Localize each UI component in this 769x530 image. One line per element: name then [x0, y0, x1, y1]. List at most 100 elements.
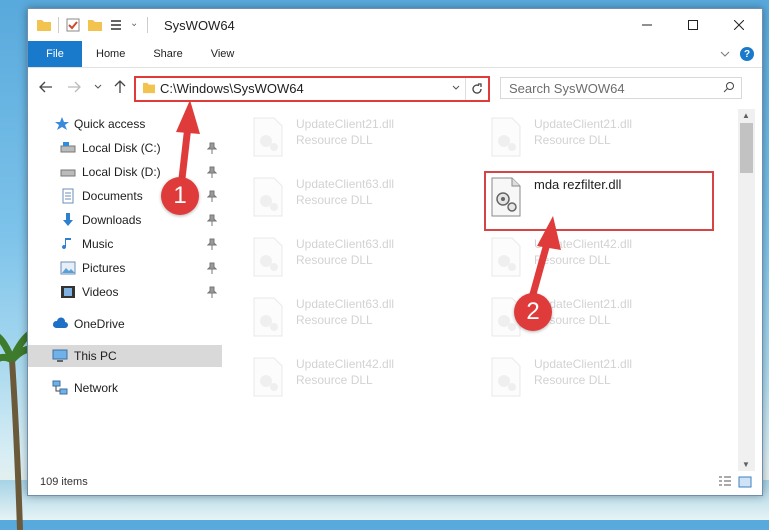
customize-toolbar-icon[interactable]: [109, 17, 125, 33]
sidebar-item-network[interactable]: Network: [28, 377, 222, 399]
close-button[interactable]: [716, 9, 762, 41]
videos-icon: [61, 286, 75, 298]
computer-icon: [52, 349, 68, 362]
file-item[interactable]: UpdateClient42.dll Resource DLL: [250, 355, 480, 407]
sidebar-item-this-pc[interactable]: This PC: [28, 345, 222, 367]
chevron-down-icon: [452, 85, 460, 90]
file-type: Resource DLL: [296, 253, 373, 267]
up-arrow-icon: [114, 80, 126, 93]
large-icons-view-icon[interactable]: [738, 475, 752, 489]
file-item[interactable]: UpdateClient21.dll Resource DLL: [250, 115, 480, 167]
sidebar-item-local-disk-c[interactable]: Local Disk (C:): [28, 137, 222, 159]
dll-file-icon: [253, 297, 283, 337]
tab-home[interactable]: Home: [82, 48, 139, 60]
sidebar-item-label: Pictures: [82, 261, 126, 275]
pin-icon[interactable]: [207, 214, 217, 226]
forward-button[interactable]: [66, 79, 82, 95]
refresh-button[interactable]: [465, 78, 488, 100]
sidebar-item-label: This PC: [74, 349, 117, 363]
folder-icon: [37, 20, 51, 31]
minimize-button[interactable]: [624, 9, 670, 41]
file-item[interactable]: UpdateClient42.dll Resource DLL: [488, 235, 718, 287]
documents-icon: [62, 188, 74, 204]
sidebar-item-music[interactable]: Music: [28, 233, 222, 255]
ribbon-controls: ?: [720, 47, 754, 61]
star-icon: [55, 117, 69, 130]
file-highlight-box: [484, 171, 714, 231]
address-path[interactable]: C:\Windows\SysWOW64: [160, 81, 304, 96]
new-folder-icon[interactable]: [87, 17, 103, 33]
address-bar[interactable]: C:\Windows\SysWOW64: [134, 76, 490, 102]
properties-icon[interactable]: [65, 17, 81, 33]
chevron-down-icon[interactable]: [131, 17, 141, 33]
sidebar-item-label: Local Disk (C:): [82, 141, 161, 155]
sidebar-item-label: Documents: [82, 189, 143, 203]
back-button[interactable]: [38, 79, 54, 95]
sidebar-item-onedrive[interactable]: OneDrive: [28, 313, 222, 335]
pin-icon[interactable]: [207, 238, 217, 250]
file-name: UpdateClient63.dll: [296, 237, 395, 251]
expand-ribbon-icon[interactable]: [720, 50, 730, 58]
pin-icon[interactable]: [207, 190, 217, 202]
sidebar-item-label: Local Disk (D:): [82, 165, 161, 179]
window-title: SysWOW64: [164, 18, 235, 33]
file-item[interactable]: UpdateClient21.dll Resource DLL: [488, 115, 718, 167]
dll-file-icon: [253, 357, 283, 397]
maximize-button[interactable]: [670, 9, 716, 41]
sidebar-item-label: Music: [82, 237, 114, 251]
file-name: UpdateClient42.dll: [296, 357, 395, 371]
cloud-icon: [52, 317, 68, 328]
scrollbar-thumb[interactable]: [740, 123, 753, 173]
file-type: Resource DLL: [296, 193, 373, 207]
window-controls: [624, 9, 762, 41]
step-2-badge: 2: [514, 293, 552, 331]
sidebar-item-local-disk-d[interactable]: Local Disk (D:): [28, 161, 222, 183]
recent-locations-button[interactable]: [90, 79, 106, 95]
file-item[interactable]: UpdateClient21.dll Resource DLL: [488, 355, 718, 407]
file-item[interactable]: UpdateClient63.dll Resource DLL: [250, 175, 480, 227]
music-icon: [62, 238, 71, 250]
folder-icon: [143, 82, 155, 94]
pin-icon[interactable]: [207, 262, 217, 274]
minimize-icon: [642, 24, 652, 26]
file-name: UpdateClient42.dll: [534, 237, 633, 251]
address-dropdown-button[interactable]: [452, 82, 460, 94]
pin-icon[interactable]: [207, 286, 217, 298]
toolbar-divider: [58, 17, 59, 33]
close-icon: [734, 20, 744, 30]
pin-icon[interactable]: [207, 142, 217, 154]
pictures-icon: [60, 261, 76, 275]
scroll-down-icon[interactable]: ▼: [742, 460, 750, 469]
title-bar: SysWOW64: [28, 9, 762, 41]
tab-file[interactable]: File: [28, 41, 82, 67]
search-icon: [723, 82, 734, 93]
tab-share[interactable]: Share: [139, 48, 196, 60]
sidebar-item-pictures[interactable]: Pictures: [28, 257, 222, 279]
file-name: UpdateClient63.dll: [296, 297, 395, 311]
search-placeholder[interactable]: Search SysWOW64: [509, 81, 625, 96]
back-arrow-icon: [39, 81, 52, 93]
dll-file-icon: [491, 357, 521, 397]
refresh-icon: [472, 83, 482, 94]
sidebar-item-label: OneDrive: [74, 317, 125, 331]
sidebar-item-videos[interactable]: Videos: [28, 281, 222, 303]
tab-view[interactable]: View: [197, 48, 249, 60]
help-button[interactable]: ?: [740, 47, 754, 61]
scroll-up-icon[interactable]: ▲: [742, 111, 750, 120]
up-button[interactable]: [112, 79, 128, 95]
file-name: UpdateClient63.dll: [296, 177, 395, 191]
dll-file-icon: [491, 117, 521, 157]
file-name: UpdateClient21.dll: [296, 117, 395, 131]
search-box[interactable]: Search SysWOW64: [500, 77, 742, 99]
sidebar-item-quick-access[interactable]: Quick access: [28, 113, 222, 135]
details-view-icon[interactable]: [718, 475, 732, 489]
file-type: Resource DLL: [296, 373, 373, 387]
toolbar-divider: [147, 17, 148, 33]
file-item[interactable]: UpdateClient63.dll Resource DLL: [250, 235, 480, 287]
forward-arrow-icon: [68, 81, 81, 93]
sidebar-item-downloads[interactable]: Downloads: [28, 209, 222, 231]
pin-icon[interactable]: [207, 166, 217, 178]
file-item[interactable]: UpdateClient63.dll Resource DLL: [250, 295, 480, 347]
vertical-scrollbar[interactable]: ▲ ▼: [738, 109, 755, 471]
dll-file-icon: [253, 237, 283, 277]
